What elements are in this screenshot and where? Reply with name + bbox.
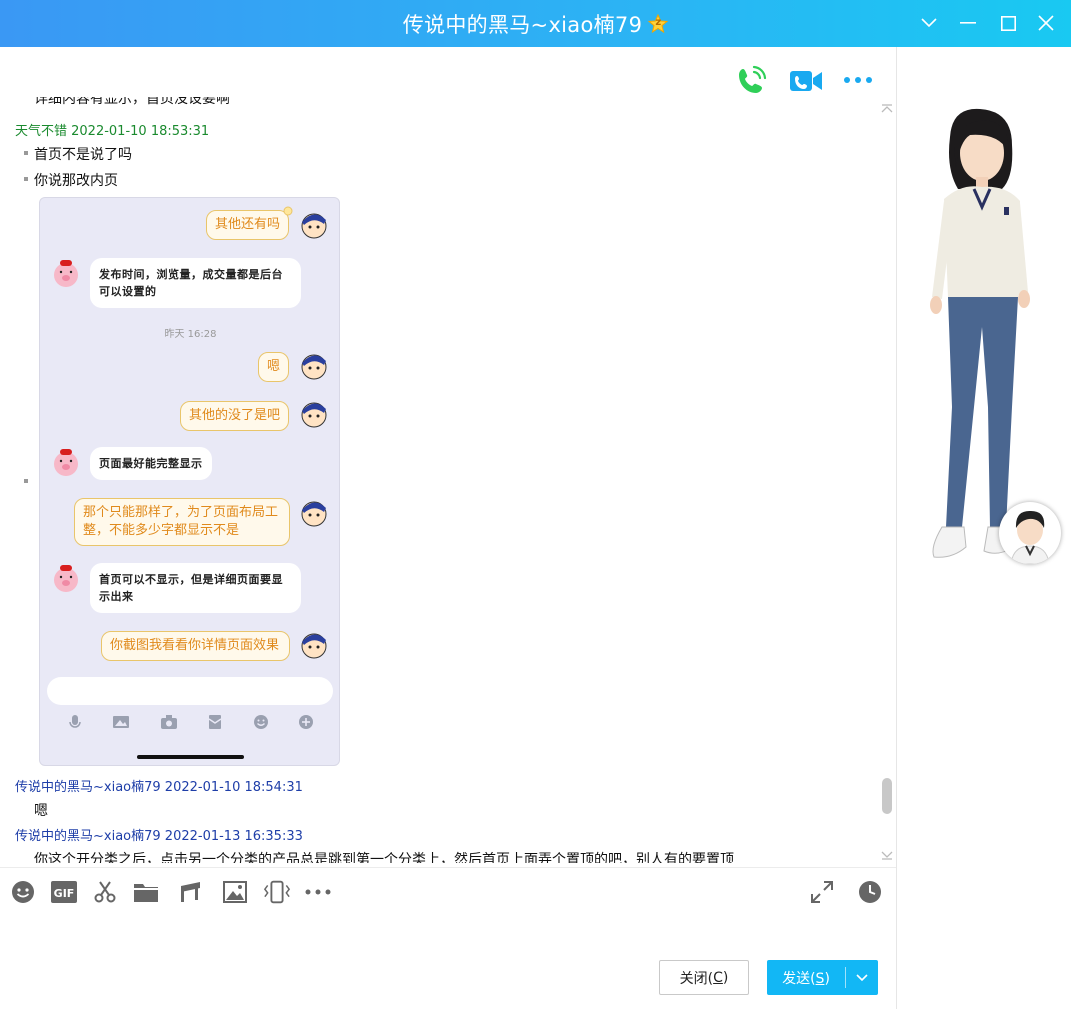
chat-bubble-outgoing: 那个只能那样了，为了页面布局工整，不能多少字都显示不是 [74, 498, 290, 546]
scrollbar-thumb[interactable] [882, 778, 892, 814]
avatar-boy-icon [301, 213, 327, 239]
chat-bubble-incoming: 首页可以不显示，但是详细页面要显示出来 [90, 563, 301, 613]
chat-bubble-incoming: 发布时间，浏览量，成交量都是后台可以设置的 [90, 258, 301, 308]
avatar-boy-icon [301, 354, 327, 380]
message-text: 你这个开分类之后，点击另一个分类的产品总是跳到第一个分类上，然后首页上面弄个置顶… [34, 852, 734, 863]
chat-bubble-outgoing: 其他还有吗 [205, 210, 289, 240]
voice-call-icon[interactable] [734, 64, 768, 98]
send-options-chevron-icon[interactable] [846, 973, 878, 982]
emoji-icon[interactable] [9, 878, 37, 906]
message-sender-header: 传说中的黑马~xiao楠79 2022-01-10 18:54:31 [15, 780, 303, 795]
chat-bubble-outgoing: 嗯 [257, 352, 289, 382]
send-button[interactable]: 发送(S) [767, 960, 878, 995]
home-indicator [137, 755, 244, 759]
chat-bubble-outgoing: 其他的没了是吧 [179, 401, 289, 431]
avatar-pig-icon [54, 449, 78, 476]
my-avatar-button[interactable] [999, 502, 1061, 564]
show-avatar-panel [897, 47, 1071, 1009]
minimize-button[interactable] [951, 6, 985, 40]
screenshot-image[interactable]: 其他还有吗 发布时间，浏览量，成交量都是后台可以设置的 昨天 16:28 嗯 其… [39, 197, 340, 766]
scissors-icon[interactable] [91, 878, 119, 906]
phone-message-input [47, 677, 333, 705]
chat-bubble-outgoing: 你截图我看看你详情页面效果 [101, 631, 290, 661]
camera-icon [160, 715, 177, 729]
shake-window-icon[interactable] [263, 878, 291, 906]
red-packet-icon [208, 715, 222, 729]
title-bar[interactable]: 传说中的黑马~xiao楠79 z [0, 0, 1071, 47]
folder-icon[interactable] [132, 878, 160, 906]
chat-bubble-incoming: 页面最好能完整显示 [90, 447, 212, 480]
message-text: 你说那改内页 [34, 173, 118, 189]
avatar-pig-icon [54, 565, 78, 592]
plus-icon [299, 715, 314, 729]
svg-text:GIF: GIF [54, 887, 75, 900]
window-title: 传说中的黑马~xiao楠79 [402, 12, 643, 37]
chevron-down-icon[interactable] [912, 6, 946, 40]
expand-icon[interactable] [808, 878, 836, 906]
microphone-icon [69, 715, 81, 728]
close-window-button[interactable] [1029, 6, 1063, 40]
history-clock-icon[interactable] [856, 878, 884, 906]
male-avatar-icon [1010, 510, 1050, 564]
gif-icon[interactable]: GIF [50, 878, 78, 906]
scroll-down-icon[interactable] [881, 850, 893, 860]
avatar-pig-icon [54, 260, 78, 287]
timestamp: 昨天 16:28 [164, 329, 217, 340]
image-icon [113, 716, 130, 728]
avatar-boy-icon [301, 633, 327, 659]
message-sender-header: 天气不错 2022-01-10 18:53:31 [15, 124, 210, 139]
music-icon[interactable] [176, 878, 204, 906]
message-scrollbar[interactable] [880, 100, 894, 864]
more-tools-icon[interactable] [304, 878, 332, 906]
avatar-boy-icon [301, 501, 327, 527]
more-options-icon[interactable] [843, 72, 873, 86]
vip-star-icon: z [647, 13, 669, 34]
message-text: 首页不是说了吗 [34, 147, 132, 163]
avatar-boy-icon [301, 402, 327, 428]
image-icon[interactable] [221, 878, 249, 906]
video-call-icon[interactable] [789, 67, 823, 95]
emoji-icon [253, 715, 268, 729]
scroll-up-icon[interactable] [881, 104, 893, 114]
close-chat-button[interactable]: 关闭(C) [659, 960, 749, 995]
message-input-area[interactable] [0, 910, 896, 954]
maximize-button[interactable] [991, 6, 1025, 40]
chat-window: 传说中的黑马~xiao楠79 z 详细内容有显示，首页没设要啊 天气不错 202… [0, 0, 1071, 1009]
sun-icon [283, 206, 293, 216]
message-sender-header: 传说中的黑马~xiao楠79 2022-01-13 16:35:33 [15, 829, 303, 844]
message-text: 详细内容有显示，首页没设要啊 [34, 97, 230, 107]
message-text: 嗯 [34, 803, 48, 819]
